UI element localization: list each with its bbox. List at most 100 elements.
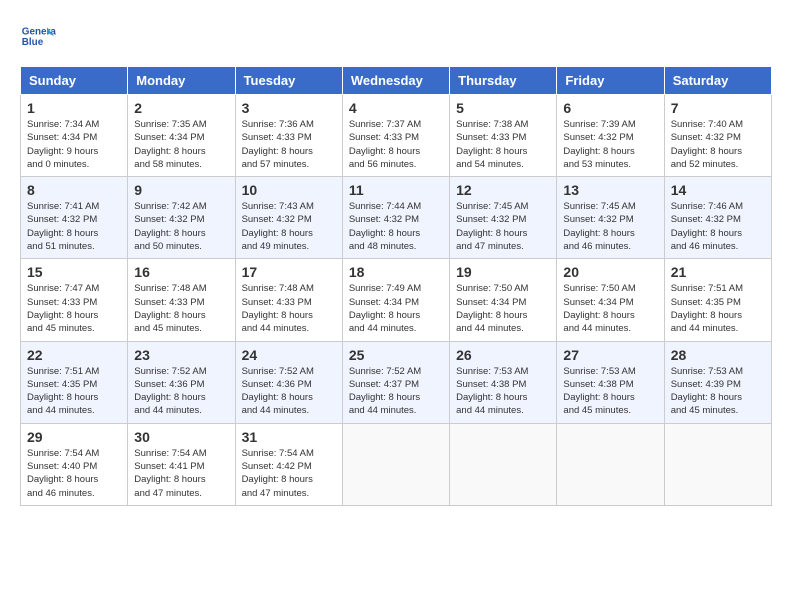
day-info: Sunrise: 7:53 AM Sunset: 4:38 PM Dayligh… [563,365,657,418]
day-number: 29 [27,429,121,445]
day-info: Sunrise: 7:36 AM Sunset: 4:33 PM Dayligh… [242,118,336,171]
day-info: Sunrise: 7:46 AM Sunset: 4:32 PM Dayligh… [671,200,765,253]
day-number: 9 [134,182,228,198]
day-number: 1 [27,100,121,116]
day-info: Sunrise: 7:45 AM Sunset: 4:32 PM Dayligh… [563,200,657,253]
day-number: 10 [242,182,336,198]
day-number: 5 [456,100,550,116]
day-number: 3 [242,100,336,116]
calendar-cell: 16 Sunrise: 7:48 AM Sunset: 4:33 PM Dayli… [128,259,235,341]
day-number: 19 [456,264,550,280]
column-header-thursday: Thursday [450,67,557,95]
column-header-tuesday: Tuesday [235,67,342,95]
calendar-cell: 5 Sunrise: 7:38 AM Sunset: 4:33 PM Daylig… [450,95,557,177]
day-info: Sunrise: 7:42 AM Sunset: 4:32 PM Dayligh… [134,200,228,253]
column-header-friday: Friday [557,67,664,95]
day-info: Sunrise: 7:50 AM Sunset: 4:34 PM Dayligh… [563,282,657,335]
calendar-cell: 27Sunrise: 7:53 AM Sunset: 4:38 PM Dayli… [557,341,664,423]
day-info: Sunrise: 7:40 AM Sunset: 4:32 PM Dayligh… [671,118,765,171]
calendar-cell: 26 Sunrise: 7:53 AM Sunset: 4:38 PM Dayli… [450,341,557,423]
day-info: Sunrise: 7:44 AM Sunset: 4:32 PM Dayligh… [349,200,443,253]
day-info: Sunrise: 7:48 AM Sunset: 4:33 PM Dayligh… [242,282,336,335]
day-info: Sunrise: 7:52 AM Sunset: 4:37 PM Dayligh… [349,365,443,418]
day-number: 2 [134,100,228,116]
day-number: 18 [349,264,443,280]
calendar-cell: 10 Sunrise: 7:43 AM Sunset: 4:32 PM Dayli… [235,177,342,259]
day-info: Sunrise: 7:51 AM Sunset: 4:35 PM Dayligh… [671,282,765,335]
day-info: Sunrise: 7:54 AM Sunset: 4:41 PM Dayligh… [134,447,228,500]
calendar-cell: 4 Sunrise: 7:37 AM Sunset: 4:33 PM Daylig… [342,95,449,177]
day-number: 24 [242,347,336,363]
day-number: 21 [671,264,765,280]
column-header-wednesday: Wednesday [342,67,449,95]
day-number: 26 [456,347,550,363]
calendar-table: SundayMondayTuesdayWednesdayThursdayFrid… [20,66,772,506]
calendar-cell: 8 Sunrise: 7:41 AM Sunset: 4:32 PM Daylig… [21,177,128,259]
svg-text:General: General [22,26,56,37]
day-number: 16 [134,264,228,280]
calendar-cell: 9 Sunrise: 7:42 AM Sunset: 4:32 PM Daylig… [128,177,235,259]
calendar-cell: 11 Sunrise: 7:44 AM Sunset: 4:32 PM Dayli… [342,177,449,259]
calendar-cell: 12Sunrise: 7:45 AM Sunset: 4:32 PM Dayli… [450,177,557,259]
calendar-cell [664,423,771,505]
day-number: 8 [27,182,121,198]
calendar-cell: 19 Sunrise: 7:50 AM Sunset: 4:34 PM Dayli… [450,259,557,341]
column-header-sunday: Sunday [21,67,128,95]
day-info: Sunrise: 7:49 AM Sunset: 4:34 PM Dayligh… [349,282,443,335]
calendar-header-row: SundayMondayTuesdayWednesdayThursdayFrid… [21,67,772,95]
day-info: Sunrise: 7:48 AM Sunset: 4:33 PM Dayligh… [134,282,228,335]
day-info: Sunrise: 7:41 AM Sunset: 4:32 PM Dayligh… [27,200,121,253]
day-info: Sunrise: 7:45 AM Sunset: 4:32 PM Dayligh… [456,200,550,253]
calendar-week-row: 15 Sunrise: 7:47 AM Sunset: 4:33 PM Dayli… [21,259,772,341]
calendar-cell: 13 Sunrise: 7:45 AM Sunset: 4:32 PM Dayli… [557,177,664,259]
day-info: Sunrise: 7:52 AM Sunset: 4:36 PM Dayligh… [242,365,336,418]
day-number: 23 [134,347,228,363]
calendar-cell: 17Sunrise: 7:48 AM Sunset: 4:33 PM Dayli… [235,259,342,341]
logo: General Blue [20,20,56,56]
day-info: Sunrise: 7:53 AM Sunset: 4:38 PM Dayligh… [456,365,550,418]
calendar-cell [450,423,557,505]
day-info: Sunrise: 7:37 AM Sunset: 4:33 PM Dayligh… [349,118,443,171]
calendar-cell: 29 Sunrise: 7:54 AM Sunset: 4:40 PM Dayli… [21,423,128,505]
day-info: Sunrise: 7:50 AM Sunset: 4:34 PM Dayligh… [456,282,550,335]
column-header-saturday: Saturday [664,67,771,95]
calendar-cell: 24 Sunrise: 7:52 AM Sunset: 4:36 PM Dayli… [235,341,342,423]
calendar-cell: 28Sunrise: 7:53 AM Sunset: 4:39 PM Dayli… [664,341,771,423]
day-info: Sunrise: 7:54 AM Sunset: 4:42 PM Dayligh… [242,447,336,500]
day-number: 4 [349,100,443,116]
day-info: Sunrise: 7:38 AM Sunset: 4:33 PM Dayligh… [456,118,550,171]
day-info: Sunrise: 7:43 AM Sunset: 4:32 PM Dayligh… [242,200,336,253]
day-number: 15 [27,264,121,280]
calendar-cell: 2 Sunrise: 7:35 AM Sunset: 4:34 PM Daylig… [128,95,235,177]
calendar-cell: 15 Sunrise: 7:47 AM Sunset: 4:33 PM Dayli… [21,259,128,341]
day-number: 11 [349,182,443,198]
calendar-cell [342,423,449,505]
calendar-cell: 30 Sunrise: 7:54 AM Sunset: 4:41 PM Dayli… [128,423,235,505]
day-info: Sunrise: 7:39 AM Sunset: 4:32 PM Dayligh… [563,118,657,171]
day-number: 22 [27,347,121,363]
day-number: 20 [563,264,657,280]
day-number: 31 [242,429,336,445]
calendar-cell: 23Sunrise: 7:52 AM Sunset: 4:36 PM Dayli… [128,341,235,423]
column-header-monday: Monday [128,67,235,95]
day-info: Sunrise: 7:47 AM Sunset: 4:33 PM Dayligh… [27,282,121,335]
calendar-cell: 14 Sunrise: 7:46 AM Sunset: 4:32 PM Dayli… [664,177,771,259]
calendar-week-row: 22 Sunrise: 7:51 AM Sunset: 4:35 PM Dayli… [21,341,772,423]
day-number: 14 [671,182,765,198]
day-number: 28 [671,347,765,363]
logo-icon: General Blue [20,20,56,56]
calendar-cell: 22 Sunrise: 7:51 AM Sunset: 4:35 PM Dayli… [21,341,128,423]
day-info: Sunrise: 7:54 AM Sunset: 4:40 PM Dayligh… [27,447,121,500]
calendar-cell: 7Sunrise: 7:40 AM Sunset: 4:32 PM Daylig… [664,95,771,177]
calendar-cell: 31 Sunrise: 7:54 AM Sunset: 4:42 PM Dayli… [235,423,342,505]
day-info: Sunrise: 7:51 AM Sunset: 4:35 PM Dayligh… [27,365,121,418]
svg-text:Blue: Blue [22,37,44,48]
calendar-cell: 25 Sunrise: 7:52 AM Sunset: 4:37 PM Dayli… [342,341,449,423]
day-number: 25 [349,347,443,363]
day-number: 6 [563,100,657,116]
day-number: 13 [563,182,657,198]
day-number: 30 [134,429,228,445]
calendar-cell: 1Sunrise: 7:34 AM Sunset: 4:34 PM Daylig… [21,95,128,177]
calendar-cell: 20 Sunrise: 7:50 AM Sunset: 4:34 PM Dayli… [557,259,664,341]
day-info: Sunrise: 7:35 AM Sunset: 4:34 PM Dayligh… [134,118,228,171]
